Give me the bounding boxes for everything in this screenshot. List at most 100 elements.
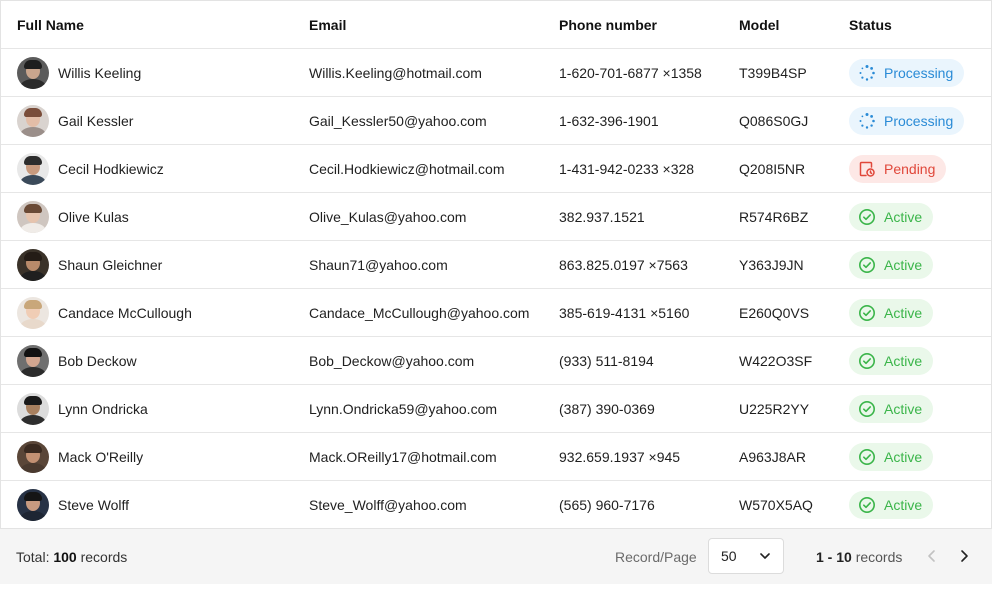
model-cell: Q208I5NR [739,160,806,177]
full-name-cell: Cecil Hodkiewicz [17,145,164,192]
avatar [17,296,49,329]
avatar [17,56,49,89]
status-badge: Active [849,202,934,231]
email-cell: Steve_Wolff@yahoo.com [309,496,467,513]
check-circle-icon [859,304,875,321]
full-name-cell: Willis Keeling [17,49,141,96]
email-cell: Cecil.Hodkiewicz@hotmail.com [309,160,505,177]
table-row[interactable]: Steve Wolff Steve_Wolff@yahoo.com (565) 96… [1,481,991,529]
check-circle-icon [859,496,875,513]
full-name: Olive Kulas [58,208,129,225]
model-cell: W570X5AQ [739,496,813,513]
column-header-full-name[interactable]: Full Name [17,1,84,48]
check-circle-icon [859,256,875,273]
email-cell: Gail_Kessler50@yahoo.com [309,112,487,129]
column-header-model[interactable]: Model [739,1,779,48]
phone-cell: 382.937.1521 [559,208,645,225]
phone-cell: (387) 390-0369 [559,400,655,417]
full-name: Candace McCullough [58,304,192,321]
loading-icon [859,112,875,129]
page-range-values: 1 - 10 [816,548,852,565]
records-per-page-label: Record/Page [615,548,697,565]
avatar [17,440,49,473]
table-footer: Total: 100 records Record/Page 50 1 - 10… [0,529,992,584]
pending-clock-icon [859,161,875,177]
phone-cell: 1-632-396-1901 [559,112,659,129]
full-name: Lynn Ondricka [58,400,148,417]
full-name: Gail Kessler [58,112,134,129]
page-range: 1 - 10 records [816,549,902,565]
status-cell: Processing [849,97,965,144]
email-cell: Olive_Kulas@yahoo.com [309,208,467,225]
avatar [17,248,49,281]
check-circle-icon [859,208,875,225]
column-header-email[interactable]: Email [309,1,346,48]
avatar [17,488,49,521]
status-cell: Active [849,241,934,288]
model-cell: E260Q0VS [739,304,810,321]
email-cell: Shaun71@yahoo.com [309,256,448,273]
column-header-phone[interactable]: Phone number [559,1,657,48]
status-badge: Processing [849,106,965,135]
table-row[interactable]: Candace McCullough Candace_McCullough@yah… [1,289,991,337]
total-count: 100 [53,548,77,565]
phone-cell: (565) 960-7176 [559,496,655,513]
full-name-cell: Candace McCullough [17,289,192,336]
phone-cell: 932.659.1937 ×945 [559,448,681,465]
total-prefix: Total: [16,548,54,565]
table-header-row: Full Name Email Phone number Model Statu… [1,1,991,49]
page-range-suffix: records [851,548,903,565]
full-name-cell: Bob Deckow [17,337,137,384]
status-badge: Active [849,298,934,327]
phone-cell: 385-619-4131 ×5160 [559,304,690,321]
status-label: Processing [884,64,954,81]
chevron-right-icon[interactable] [956,548,972,564]
email-cell: Candace_McCullough@yahoo.com [309,304,530,321]
table-row[interactable]: Cecil Hodkiewicz Cecil.Hodkiewicz@hotmail… [1,145,991,193]
table-row[interactable]: Bob Deckow Bob_Deckow@yahoo.com (933) 511-… [1,337,991,385]
model-cell: W422O3SF [739,352,813,369]
status-cell: Processing [849,49,965,96]
full-name: Steve Wolff [58,496,130,513]
table-row[interactable]: Lynn Ondricka Lynn.Ondricka59@yahoo.com (3… [1,385,991,433]
full-name-cell: Shaun Gleichner [17,241,162,288]
users-table: Full Name Email Phone number Model Statu… [0,0,992,529]
status-label: Active [884,496,923,513]
table-row[interactable]: Mack O'Reilly Mack.OReilly17@hotmail.com 9… [1,433,991,481]
status-cell: Active [849,289,934,336]
avatar [17,200,49,233]
table-row[interactable]: Gail Kessler Gail_Kessler50@yahoo.com 1-63… [1,97,991,145]
status-label: Active [884,400,923,417]
full-name-cell: Steve Wolff [17,481,129,528]
full-name-cell: Olive Kulas [17,193,129,240]
status-badge: Processing [849,58,965,87]
avatar [17,152,49,185]
full-name: Bob Deckow [58,352,137,369]
table-row[interactable]: Shaun Gleichner Shaun71@yahoo.com 863.825.… [1,241,991,289]
check-circle-icon [859,400,875,417]
table-row[interactable]: Olive Kulas Olive_Kulas@yahoo.com 382.937.… [1,193,991,241]
phone-cell: 863.825.0197 ×7563 [559,256,688,273]
status-label: Processing [884,112,954,129]
status-cell: Pending [849,145,947,192]
check-circle-icon [859,352,875,369]
avatar [17,344,49,377]
status-label: Pending [884,160,936,177]
status-badge: Active [849,346,934,375]
column-header-status[interactable]: Status [849,1,892,48]
status-badge: Pending [849,154,947,183]
full-name-cell: Mack O'Reilly [17,433,143,480]
phone-cell: 1-431-942-0233 ×328 [559,160,695,177]
model-cell: Y363J9JN [739,256,804,273]
status-cell: Active [849,481,934,528]
table-row[interactable]: Willis Keeling Willis.Keeling@hotmail.com… [1,49,991,97]
records-per-page-select[interactable]: 50 [708,538,784,574]
full-name: Cecil Hodkiewicz [58,160,164,177]
phone-cell: (933) 511-8194 [559,352,654,369]
status-cell: Active [849,337,934,384]
avatar [17,392,49,425]
status-label: Active [884,304,923,321]
chevron-left-icon[interactable] [924,548,940,564]
phone-cell: 1-620-701-6877 ×1358 [559,64,702,81]
full-name: Shaun Gleichner [58,256,163,273]
